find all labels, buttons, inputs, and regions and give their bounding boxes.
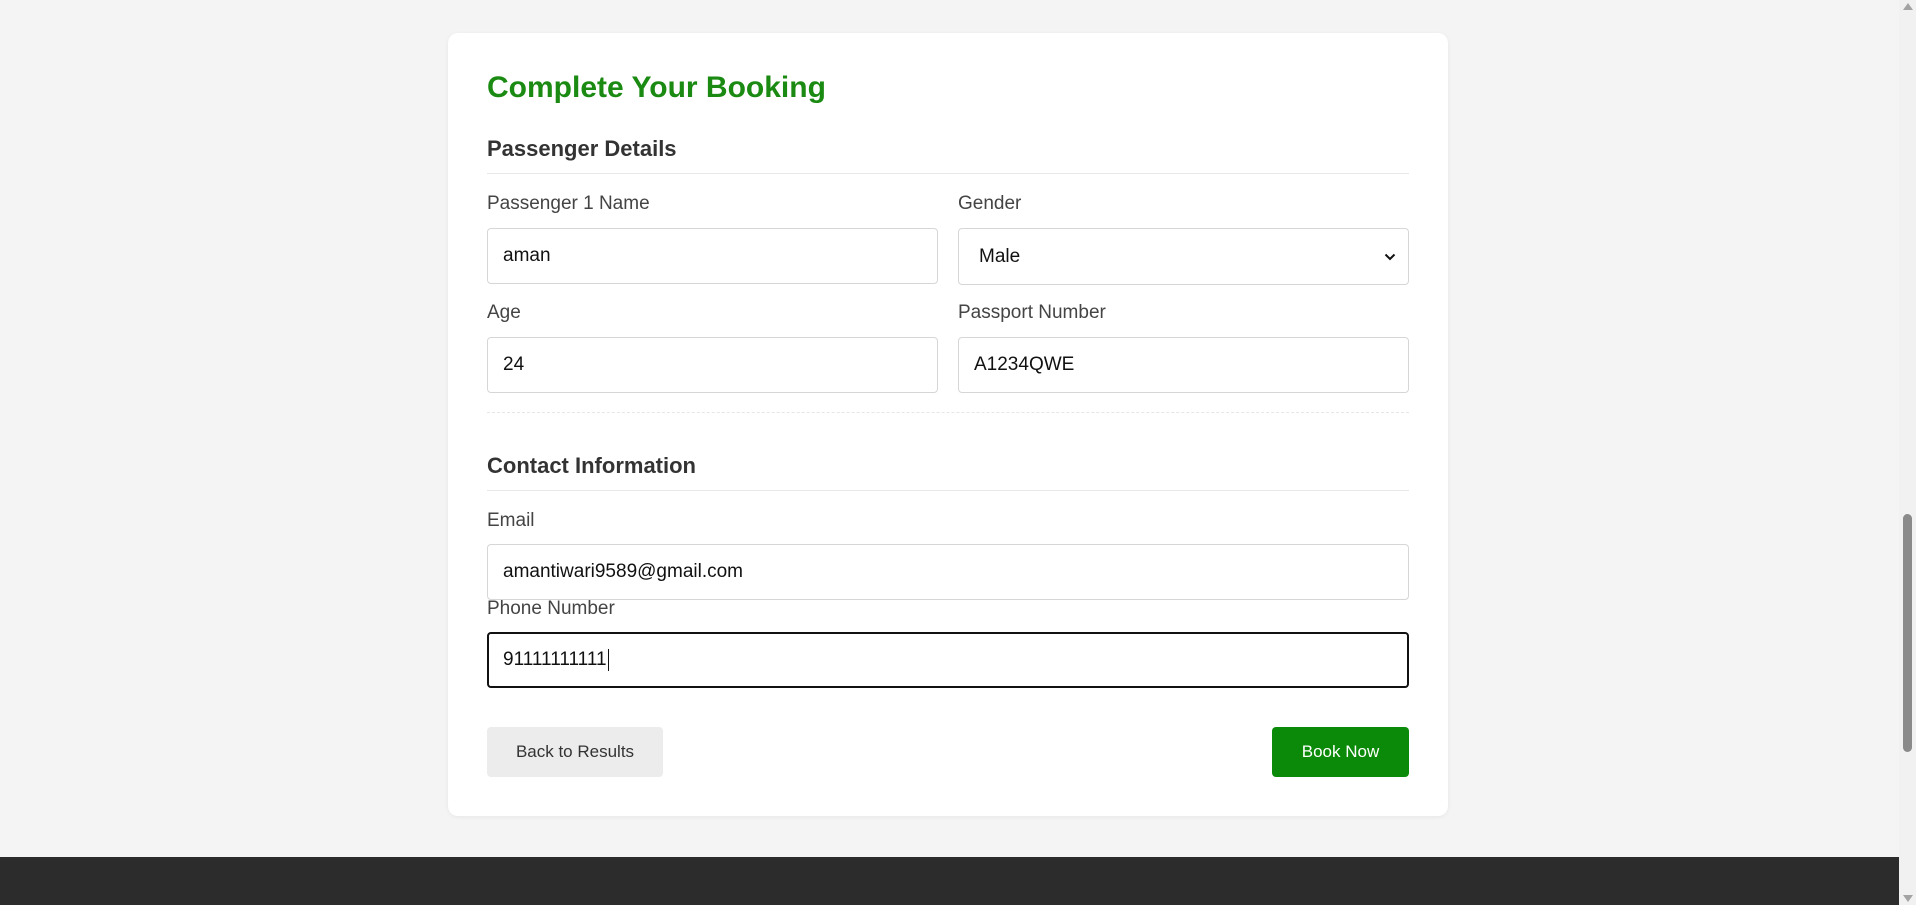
section-divider: [487, 490, 1409, 491]
email-label: Email: [487, 510, 535, 531]
vertical-scrollbar[interactable]: [1899, 0, 1916, 905]
contact-information-heading: Contact Information: [487, 453, 696, 478]
phone-field[interactable]: 91111111111: [487, 632, 1409, 688]
age-value: 24: [503, 354, 525, 375]
page-viewport: Complete Your Booking Passenger Details …: [0, 0, 1899, 905]
scroll-down-icon[interactable]: [1903, 895, 1913, 902]
passenger-divider: [487, 412, 1409, 413]
scroll-up-icon[interactable]: [1903, 3, 1913, 10]
passenger-name-value: aman: [503, 245, 551, 266]
page-footer: [0, 857, 1899, 905]
email-value: amantiwari9589@gmail.com: [503, 561, 743, 582]
booking-form-card: Complete Your Booking Passenger Details …: [448, 33, 1448, 816]
passport-label: Passport Number: [958, 302, 1106, 323]
gender-selected-value: Male: [979, 245, 1021, 267]
email-field[interactable]: amantiwari9589@gmail.com: [487, 544, 1409, 600]
section-divider: [487, 173, 1409, 174]
text-caret: [607, 649, 609, 671]
gender-select[interactable]: Male: [958, 228, 1409, 285]
passenger-name-label: Passenger 1 Name: [487, 193, 650, 214]
page-title: Complete Your Booking: [487, 71, 826, 104]
scrollbar-thumb[interactable]: [1903, 514, 1912, 752]
back-to-results-button[interactable]: Back to Results: [487, 727, 663, 777]
passport-input[interactable]: A1234QWE: [958, 337, 1409, 393]
phone-label: Phone Number: [487, 598, 615, 619]
passport-value: A1234QWE: [974, 354, 1075, 375]
chevron-down-icon: [1384, 253, 1396, 261]
age-label: Age: [487, 302, 521, 323]
passenger-name-input[interactable]: aman: [487, 228, 938, 284]
book-now-button[interactable]: Book Now: [1272, 727, 1409, 777]
passenger-details-heading: Passenger Details: [487, 136, 677, 161]
gender-label: Gender: [958, 193, 1022, 214]
age-input[interactable]: 24: [487, 337, 938, 393]
phone-value: 91111111111: [503, 649, 607, 670]
